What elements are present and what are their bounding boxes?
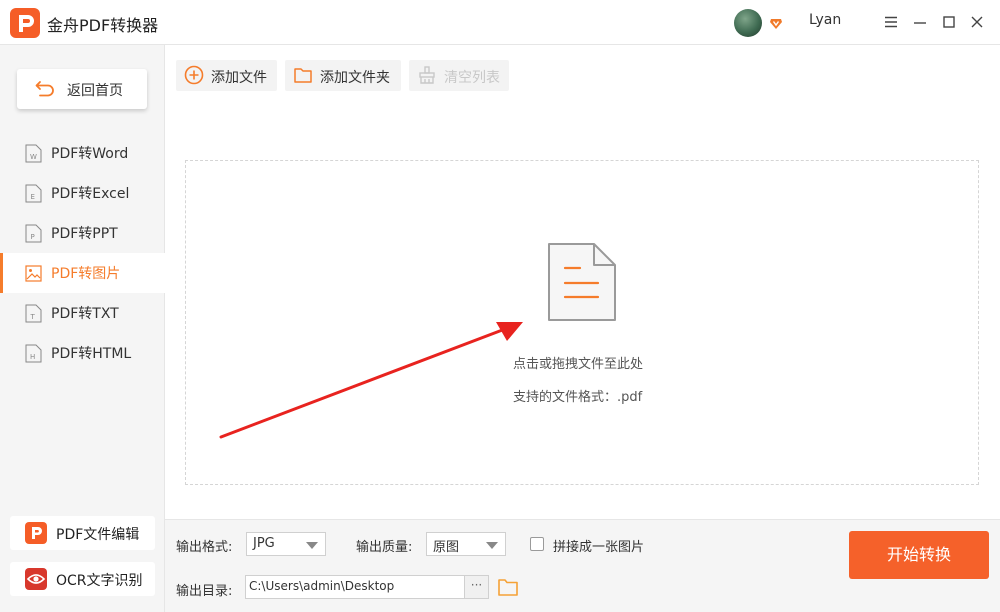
maximize-icon[interactable] [940, 13, 958, 31]
ocr-button[interactable]: OCR文字识别 [10, 562, 155, 596]
image-file-icon [25, 265, 42, 282]
back-home-button[interactable]: 返回首页 [17, 69, 147, 109]
add-file-label: 添加文件 [211, 70, 267, 86]
svg-text:H: H [30, 353, 35, 361]
broom-icon [419, 66, 435, 84]
svg-text:W: W [30, 153, 37, 161]
sidebar-item-label: PDF转Excel [51, 186, 130, 202]
add-file-button[interactable]: 添加文件 [176, 60, 277, 91]
back-home-label: 返回首页 [67, 83, 123, 99]
minimize-icon[interactable] [911, 13, 929, 31]
add-folder-button[interactable]: 添加文件夹 [285, 60, 401, 91]
document-icon [548, 243, 616, 321]
svg-text:P: P [31, 233, 35, 241]
add-circle-icon [184, 65, 204, 85]
title-bar: 金舟PDF转换器 Lyan [0, 0, 1000, 45]
ocr-eye-icon [25, 568, 47, 590]
clear-list-label: 清空列表 [444, 70, 500, 86]
ppt-file-icon: P [25, 224, 42, 243]
output-quality-label: 输出质量: [356, 540, 413, 555]
sidebar-item-label: PDF转PPT [51, 226, 118, 242]
sidebar-item-pdf-to-html[interactable]: H PDF转HTML [0, 333, 165, 373]
word-file-icon: W [25, 144, 42, 163]
svg-text:E: E [31, 193, 35, 201]
browse-more-button[interactable]: ··· [465, 575, 489, 599]
merge-images-checkbox[interactable] [530, 537, 544, 551]
close-icon[interactable] [968, 13, 986, 31]
menu-icon[interactable] [882, 13, 900, 31]
pdf-edit-label: PDF文件编辑 [56, 527, 140, 543]
txt-file-icon: T [25, 304, 42, 323]
output-quality-select[interactable]: 原图 [426, 532, 506, 556]
sidebar-item-label: PDF转HTML [51, 346, 132, 362]
chevron-down-icon [306, 542, 318, 549]
pdf-edit-button[interactable]: PDF文件编辑 [10, 516, 155, 550]
output-format-label: 输出格式: [176, 540, 233, 555]
sidebar: 返回首页 W PDF转Word E PDF转Excel P PDF转PPT PD… [0, 45, 165, 612]
output-format-value: JPG [253, 536, 275, 551]
start-convert-button[interactable]: 开始转换 [849, 531, 989, 579]
avatar[interactable] [734, 9, 762, 37]
output-quality-value: 原图 [433, 540, 460, 555]
svg-text:T: T [30, 313, 36, 321]
sidebar-item-pdf-to-image[interactable]: PDF转图片 [0, 253, 165, 293]
app-title: 金舟PDF转换器 [47, 16, 159, 35]
pdf-edit-icon [25, 522, 47, 544]
sidebar-item-pdf-to-excel[interactable]: E PDF转Excel [0, 173, 165, 213]
excel-file-icon: E [25, 184, 42, 203]
sidebar-item-label: PDF转TXT [51, 306, 119, 322]
clear-list-button[interactable]: 清空列表 [409, 60, 509, 91]
output-dir-label: 输出目录: [176, 584, 233, 599]
open-folder-icon[interactable] [497, 576, 519, 598]
chevron-down-icon [486, 542, 498, 549]
sidebar-item-label: PDF转图片 [51, 266, 121, 282]
red-arrow-annotation [219, 322, 523, 439]
sidebar-item-pdf-to-ppt[interactable]: P PDF转PPT [0, 213, 165, 253]
add-folder-label: 添加文件夹 [320, 70, 390, 86]
user-name[interactable]: Lyan [809, 12, 841, 28]
sidebar-item-pdf-to-word[interactable]: W PDF转Word [0, 133, 165, 173]
app-logo-icon [10, 8, 40, 38]
return-arrow-icon [35, 81, 54, 97]
ocr-label: OCR文字识别 [56, 573, 143, 589]
output-format-select[interactable]: JPG [246, 532, 326, 556]
merge-images-label[interactable]: 拼接成一张图片 [553, 536, 644, 555]
folder-icon [294, 68, 312, 83]
sidebar-item-pdf-to-txt[interactable]: T PDF转TXT [0, 293, 165, 333]
vip-badge-icon [770, 19, 782, 29]
html-file-icon: H [25, 344, 42, 363]
sidebar-item-label: PDF转Word [51, 146, 129, 162]
output-dir-input[interactable]: C:\Users\admin\Desktop [245, 575, 465, 599]
